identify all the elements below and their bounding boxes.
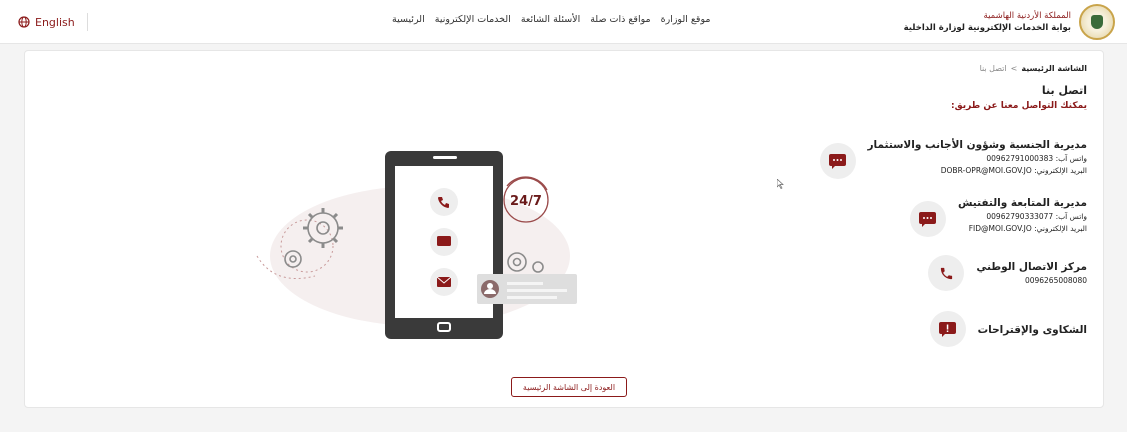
contact-illustration: 24/7	[256, 151, 577, 339]
breadcrumb-home[interactable]: الشاشة الرئيسية	[1021, 64, 1087, 73]
breadcrumb-separator: >	[1010, 64, 1018, 73]
brand-line-2: بوابة الخدمات الإلكترونية لوزارة الداخلي…	[903, 23, 1071, 33]
nav-eservices[interactable]: الخدمات الإلكترونية	[435, 14, 511, 25]
contact-phone: 0096265008080	[1024, 276, 1087, 285]
contact-item-complaints[interactable]: الشكاوى والإقتراحات	[929, 311, 1087, 347]
brand-line-1: المملكة الأردنية الهاشمية	[983, 11, 1071, 21]
alert-message-icon	[929, 311, 966, 347]
globe-icon	[18, 16, 30, 28]
language-label: English	[35, 15, 75, 29]
nav-ministry-site[interactable]: موقع الوزارة	[661, 14, 711, 25]
contact-card: الشاشة الرئيسية > اتصل بنا اتصل بنا يمكن…	[24, 50, 1104, 408]
contact-item-inspection[interactable]: مديرية المتابعة والتفتيش واتس آب: 009627…	[909, 197, 1087, 237]
phone-icon	[928, 255, 965, 291]
main-nav: الرئيسية الخدمات الإلكترونية الأسئلة الش…	[392, 14, 710, 25]
contact-item-nationality[interactable]: مديرية الجنسية وشؤون الأجانب والاستثمار …	[819, 139, 1088, 179]
badge-24-7: 24/7	[510, 194, 542, 209]
nav-home[interactable]: الرئيسية	[392, 14, 425, 25]
chat-icon	[909, 201, 946, 237]
page-subtitle: يمكنك التواصل معنا عن طريق:	[951, 101, 1087, 111]
top-bar: English الرئيسية الخدمات الإلكترونية الأ…	[0, 0, 1127, 44]
language-switch[interactable]: English	[18, 13, 88, 31]
page-title: اتصل بنا	[1041, 84, 1087, 97]
breadcrumb-current: اتصل بنا	[979, 64, 1007, 73]
mouse-cursor-icon	[777, 179, 784, 189]
contact-title: مديرية المتابعة والتفتيش	[957, 197, 1087, 209]
jordan-emblem-logo	[1079, 4, 1115, 40]
contact-email: البريد الإلكتروني: FID@MOI.GOV.JO	[968, 224, 1087, 233]
breadcrumb: الشاشة الرئيسية > اتصل بنا	[980, 64, 1087, 73]
contact-item-call-center[interactable]: مركز الاتصال الوطني 0096265008080	[928, 255, 1087, 291]
brand[interactable]: المملكة الأردنية الهاشمية بوابة الخدمات …	[904, 4, 1115, 40]
nav-faq[interactable]: الأسئلة الشائعة	[521, 14, 580, 25]
chat-icon	[819, 143, 856, 179]
contact-title: مديرية الجنسية وشؤون الأجانب والاستثمار	[867, 139, 1088, 151]
contact-title: مركز الاتصال الوطني	[976, 261, 1087, 273]
back-to-home-button[interactable]: العودة إلى الشاشة الرئيسية	[511, 377, 627, 397]
nav-related-sites[interactable]: مواقع ذات صلة	[590, 14, 650, 25]
contact-whatsapp: واتس آب: 00962790333077	[986, 212, 1087, 221]
contact-whatsapp: واتس آب: 00962791000383	[986, 154, 1087, 163]
contact-title: الشكاوى والإقتراحات	[977, 324, 1087, 336]
contact-email: البريد الإلكتروني: DOBR-OPR@MOI.GOV.JO	[940, 166, 1087, 175]
